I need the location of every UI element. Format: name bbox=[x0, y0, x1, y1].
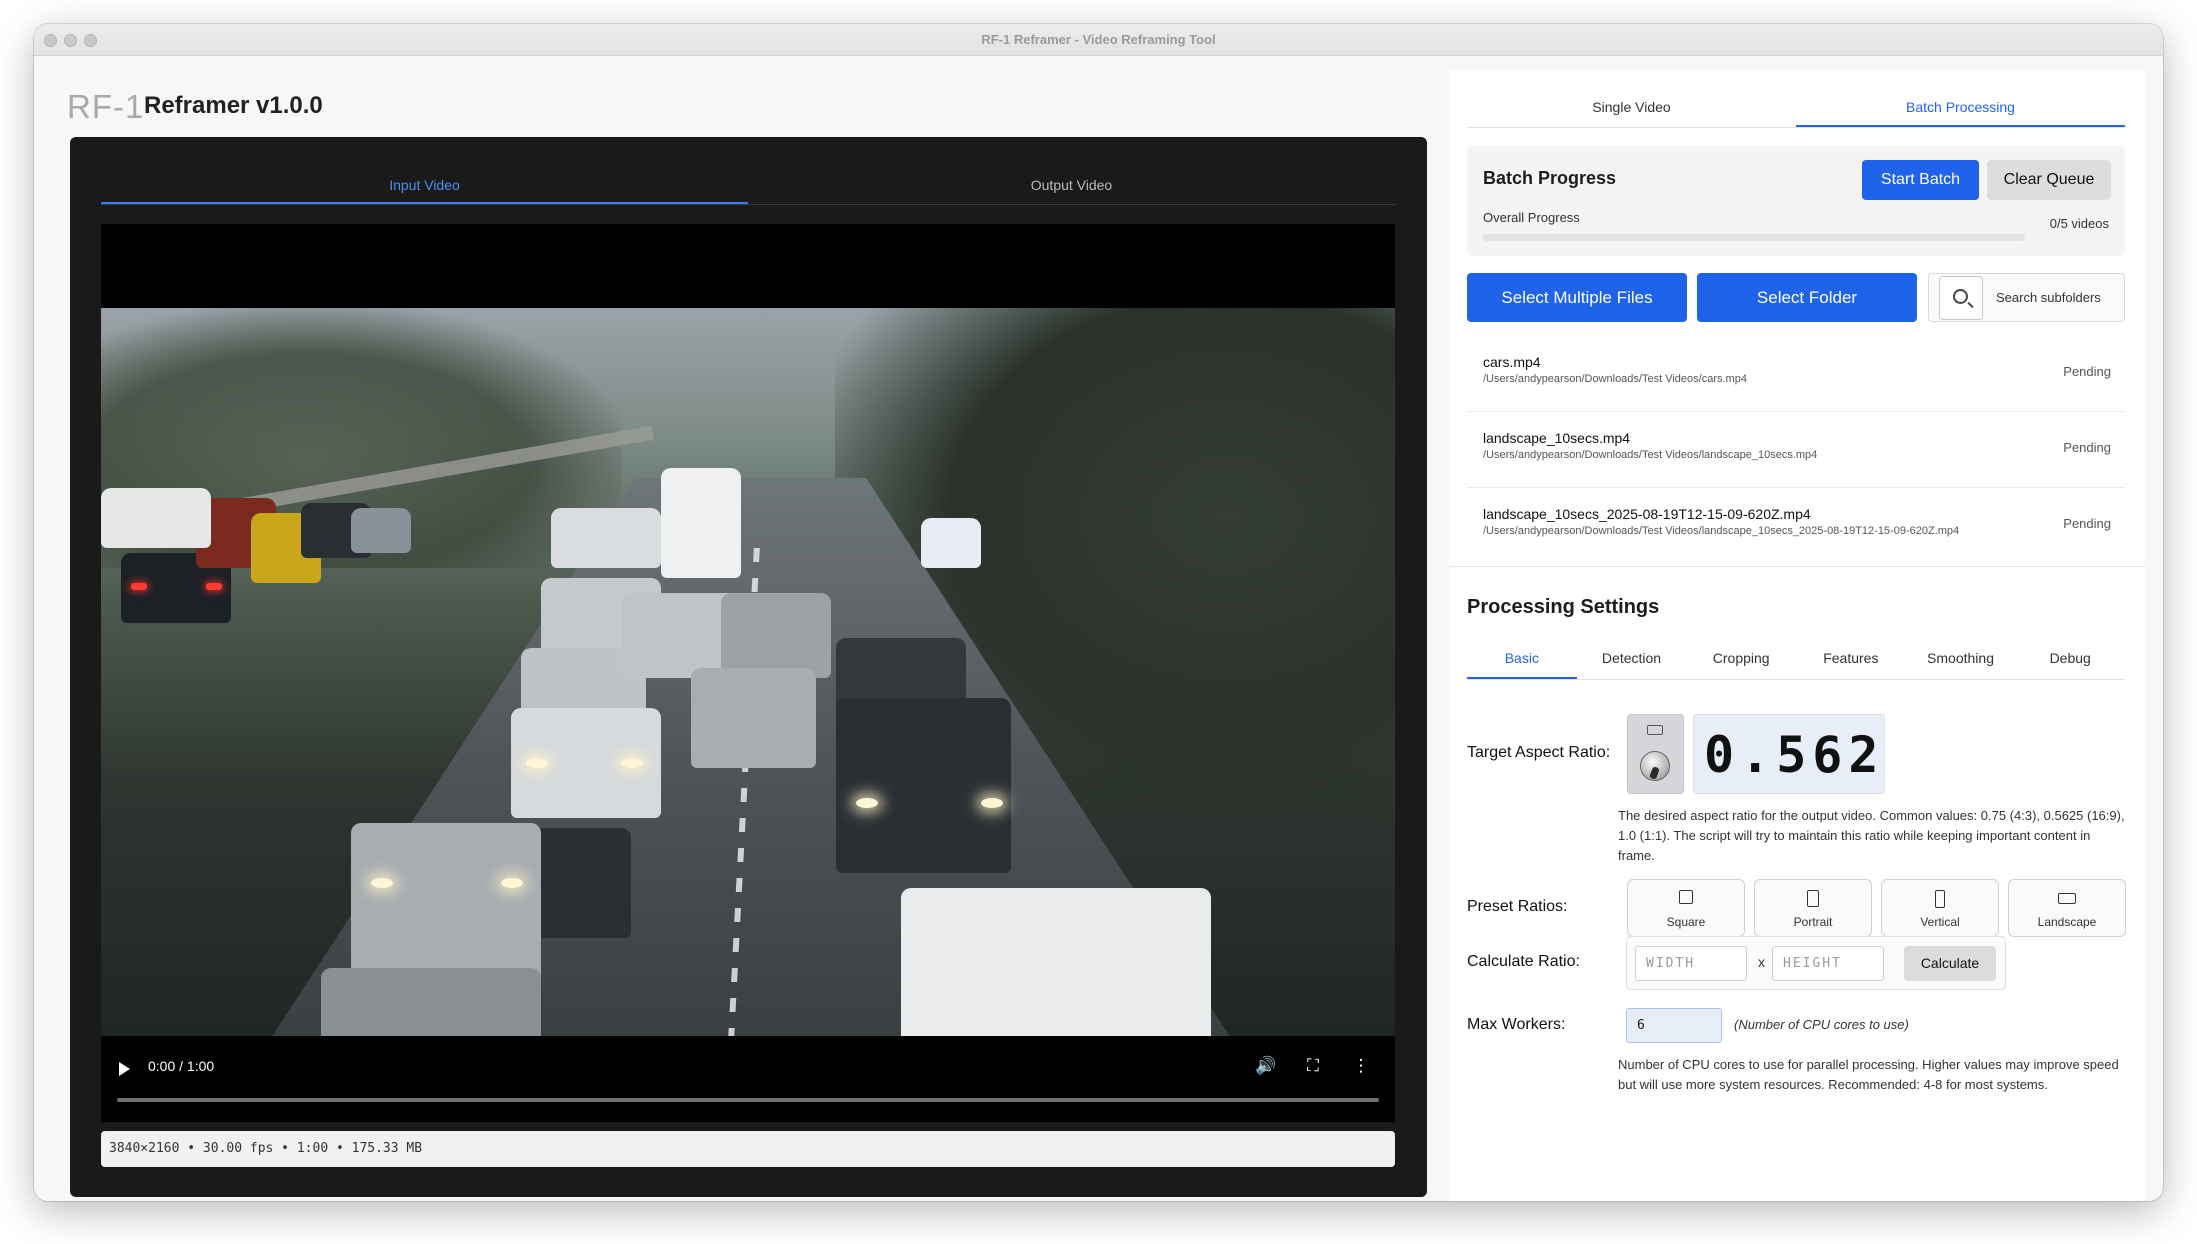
max-workers-hint: (Number of CPU cores to use) bbox=[1734, 1017, 1909, 1032]
preset-label: Square bbox=[1666, 915, 1706, 929]
tab-single-video[interactable]: Single Video bbox=[1467, 87, 1796, 127]
preset-portrait-button[interactable]: Portrait bbox=[1754, 879, 1872, 937]
file-queue-list: cars.mp4 /Users/andypearson/Downloads/Te… bbox=[1467, 336, 2125, 564]
batch-progress-title: Batch Progress bbox=[1483, 168, 1617, 188]
landscape-icon bbox=[2058, 893, 2076, 904]
aspect-ratio-help: The desired aspect ratio for the output … bbox=[1618, 808, 2125, 863]
mode-tabs: Single Video Batch Processing bbox=[1467, 87, 2125, 128]
processing-settings-title: Processing Settings bbox=[1467, 596, 1660, 618]
search-subfolders-toggle: Search subfolders bbox=[1928, 273, 2125, 322]
app-title: Reframer v1.0.0 bbox=[144, 92, 323, 119]
square-icon bbox=[1679, 890, 1693, 904]
video-panel: Input Video Output Video 0:00 / 1:00 🔊 ⛶… bbox=[70, 137, 1427, 1197]
overall-progress-bar bbox=[1483, 234, 2025, 241]
clear-queue-button[interactable]: Clear Queue bbox=[1987, 160, 2111, 200]
app-content: RF-1 Reframer v1.0.0 Input Video Output … bbox=[34, 56, 2163, 1201]
video-metadata: 3840×2160 • 30.00 fps • 1:00 • 175.33 MB bbox=[101, 1131, 1395, 1167]
overall-progress-label: Overall Progress bbox=[1483, 210, 1580, 225]
file-path: /Users/andypearson/Downloads/Test Videos… bbox=[1483, 449, 1818, 461]
search-subfolders-label: Search subfolders bbox=[1996, 290, 2101, 305]
tab-detection[interactable]: Detection bbox=[1577, 635, 1687, 679]
portrait-icon bbox=[1807, 890, 1819, 907]
tab-smoothing[interactable]: Smoothing bbox=[1906, 635, 2016, 679]
tab-input-video[interactable]: Input Video bbox=[101, 165, 748, 204]
file-path: /Users/andypearson/Downloads/Test Videos… bbox=[1483, 525, 1960, 537]
file-status: Pending bbox=[2063, 516, 2111, 531]
calculate-ratio-label: Calculate Ratio: bbox=[1467, 953, 1580, 970]
tab-cropping[interactable]: Cropping bbox=[1686, 635, 1796, 679]
more-options-icon[interactable]: ⋮ bbox=[1349, 1056, 1373, 1076]
preset-label: Landscape bbox=[2037, 915, 2097, 929]
overall-progress-count: 0/5 videos bbox=[2049, 216, 2109, 231]
preset-label: Portrait bbox=[1793, 915, 1833, 929]
tab-basic[interactable]: Basic bbox=[1467, 635, 1577, 679]
search-icon bbox=[1953, 289, 1968, 304]
tab-batch-processing[interactable]: Batch Processing bbox=[1796, 87, 2125, 127]
app-window: RF-1 Reframer - Video Reframing Tool RF-… bbox=[34, 24, 2163, 1201]
video-tabs: Input Video Output Video bbox=[101, 165, 1395, 205]
list-item[interactable]: cars.mp4 /Users/andypearson/Downloads/Te… bbox=[1467, 336, 2125, 412]
video-player[interactable]: 0:00 / 1:00 🔊 ⛶ ⋮ bbox=[101, 224, 1395, 1122]
max-workers-label: Max Workers: bbox=[1467, 1016, 1566, 1033]
play-icon[interactable] bbox=[119, 1062, 130, 1076]
calculate-ratio-panel: x Calculate bbox=[1626, 936, 2006, 990]
batch-progress-panel: Batch Progress Start Batch Clear Queue O… bbox=[1467, 146, 2125, 256]
max-workers-help: Number of CPU cores to use for parallel … bbox=[1618, 1057, 2119, 1092]
preset-vertical-button[interactable]: Vertical bbox=[1881, 879, 1999, 937]
search-subfolders-button[interactable] bbox=[1939, 276, 1983, 320]
file-name: cars.mp4 bbox=[1483, 354, 1541, 370]
calculate-button[interactable]: Calculate bbox=[1904, 946, 1996, 981]
file-name: landscape_10secs_2025-08-19T12-15-09-620… bbox=[1483, 506, 1811, 522]
file-status: Pending bbox=[2063, 364, 2111, 379]
tab-features[interactable]: Features bbox=[1796, 635, 1906, 679]
window-title: RF-1 Reframer - Video Reframing Tool bbox=[981, 32, 1216, 47]
file-status: Pending bbox=[2063, 440, 2111, 455]
volume-icon[interactable]: 🔊 bbox=[1254, 1056, 1278, 1076]
dial-icon bbox=[1640, 751, 1670, 781]
start-batch-button[interactable]: Start Batch bbox=[1862, 160, 1979, 200]
settings-tabs: Basic Detection Cropping Features Smooth… bbox=[1467, 635, 2125, 680]
tab-output-video[interactable]: Output Video bbox=[748, 165, 1395, 204]
file-name: landscape_10secs.mp4 bbox=[1483, 430, 1631, 446]
preset-label: Vertical bbox=[1920, 915, 1960, 929]
video-time: 0:00 / 1:00 bbox=[148, 1058, 215, 1074]
fullscreen-icon[interactable]: ⛶ bbox=[1301, 1056, 1325, 1076]
preset-landscape-button[interactable]: Landscape bbox=[2008, 879, 2126, 937]
app-logo: RF-1 bbox=[67, 88, 145, 125]
preset-square-button[interactable]: Square bbox=[1627, 879, 1745, 937]
right-panel: Single Video Batch Processing Batch Prog… bbox=[1449, 70, 2145, 1201]
title-bar: RF-1 Reframer - Video Reframing Tool bbox=[34, 24, 2163, 56]
select-folder-button[interactable]: Select Folder bbox=[1697, 273, 1917, 322]
max-workers-input[interactable] bbox=[1626, 1008, 1722, 1043]
display-icon bbox=[1647, 725, 1663, 735]
preset-ratios-label: Preset Ratios: bbox=[1467, 898, 1568, 915]
video-controls: 0:00 / 1:00 🔊 ⛶ ⋮ bbox=[101, 1036, 1395, 1122]
file-path: /Users/andypearson/Downloads/Test Videos… bbox=[1483, 373, 1747, 385]
video-scrubber[interactable] bbox=[117, 1098, 1379, 1102]
aspect-ratio-label: Target Aspect Ratio: bbox=[1467, 744, 1611, 761]
list-item[interactable]: landscape_10secs.mp4 /Users/andypearson/… bbox=[1467, 412, 2125, 488]
width-input[interactable] bbox=[1635, 946, 1747, 981]
section-divider bbox=[1449, 566, 2145, 567]
tab-debug[interactable]: Debug bbox=[2015, 635, 2125, 679]
aspect-ratio-knob[interactable] bbox=[1627, 714, 1684, 794]
list-item[interactable]: landscape_10secs_2025-08-19T12-15-09-620… bbox=[1467, 488, 2125, 564]
aspect-ratio-display: 0.562 bbox=[1693, 714, 1885, 794]
video-frame bbox=[101, 308, 1395, 1036]
select-multiple-files-button[interactable]: Select Multiple Files bbox=[1467, 273, 1687, 322]
times-sign: x bbox=[1758, 954, 1765, 970]
height-input[interactable] bbox=[1772, 946, 1884, 981]
vertical-icon bbox=[1935, 890, 1945, 908]
